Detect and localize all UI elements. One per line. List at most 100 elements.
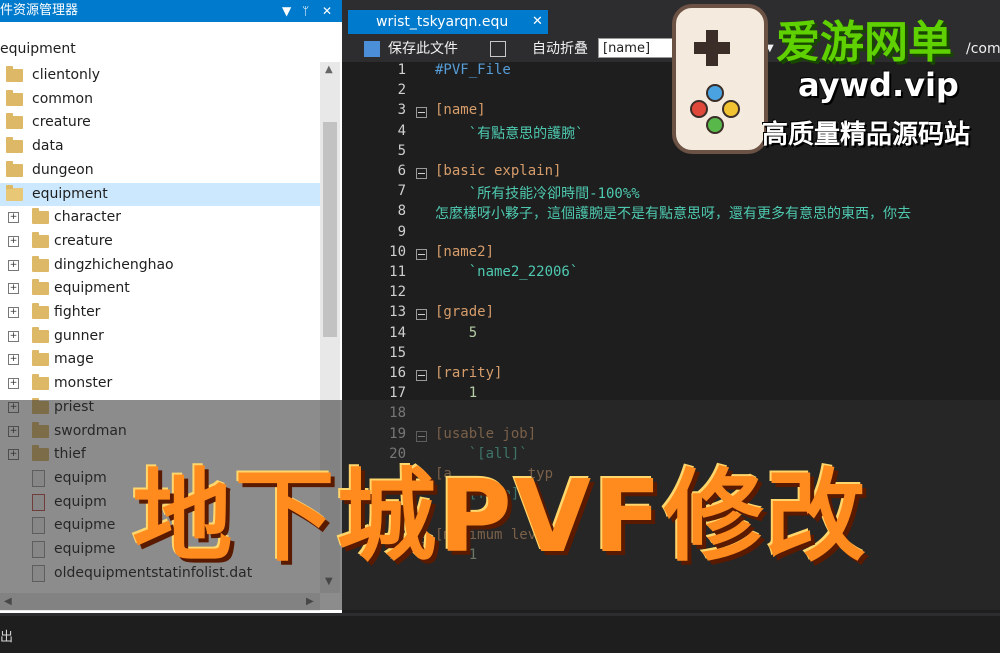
folder-icon [6,184,23,201]
folder-icon [32,208,49,225]
tab-close-icon[interactable]: ✕ [532,10,543,34]
code-line: [name2] [435,243,495,260]
tree-item-label: data [32,138,64,155]
save-file-button[interactable]: 保存此文件 [388,36,458,62]
auto-fold-button[interactable]: 自动折叠 [532,36,588,62]
tree-item[interactable]: creature [0,111,320,134]
expand-icon[interactable]: + [8,283,19,295]
code-line: [grade] [435,304,495,321]
tree-item-label: dingzhichenghao [54,256,174,273]
tree-item[interactable]: + mage [0,348,320,371]
scroll-up-icon[interactable]: ▲ [325,64,333,75]
tree-item[interactable]: data [0,135,320,158]
expand-icon[interactable]: + [8,378,19,390]
tree-item[interactable]: + gunner [0,325,320,348]
tree-item[interactable]: clientonly [0,64,320,87]
folder-icon [32,350,49,367]
tree-item-label: clientonly [32,67,101,83]
line-number: 14 [389,324,406,341]
save-icon[interactable] [364,41,380,57]
line-number: 2 [397,82,406,99]
tree-item-label: common [32,90,93,107]
line-number: 13 [389,304,406,321]
folder-icon [32,303,49,319]
code-line: [rarity] [435,365,503,381]
line-number: 5 [397,142,406,159]
logo-tagline: 高质量精品源码站 [762,120,971,150]
output-panel: 出 [0,613,1000,653]
folder-icon [32,255,49,272]
promo-banner-text: 地下城PVF修改 [132,458,868,575]
code-line: `有點意思的護腕` [435,125,584,142]
line-number: 9 [397,223,406,240]
folder-icon [32,326,49,343]
line-number: 10 [389,243,406,260]
expand-icon[interactable]: + [8,330,19,342]
line-number: 16 [389,365,406,381]
code-line: 怎麼樣呀小夥子，這個護腕是不是有點意思呀，還有更多有意思的東西，你去 [435,206,911,223]
tree-item-label: monster [54,375,113,392]
folder-icon [32,374,49,391]
folder-icon [6,137,23,154]
expand-icon[interactable]: + [8,235,19,247]
expand-icon[interactable]: + [8,212,19,224]
explorer-path: equipment [0,41,76,57]
tree-item[interactable]: + character [0,206,320,229]
folder-icon [6,160,23,177]
line-number: 15 [389,344,406,361]
dropdown-icon[interactable]: ▼ [282,0,291,22]
code-line: #PVF_File [435,62,511,78]
explorer-title-bar: 件资源管理器 ▼ ᛘ ✕ [0,0,342,22]
line-number: 12 [389,284,406,301]
code-line: 1 [435,385,478,402]
line-number: 7 [397,183,406,200]
collapse-icon[interactable] [416,309,427,321]
scrollbar-thumb[interactable] [323,122,337,337]
line-number: 11 [389,264,406,280]
line-number: 1 [397,62,406,78]
explorer-title: 件资源管理器 [0,3,79,18]
code-line: `name2_22006` [435,264,579,280]
line-number: 6 [397,163,406,179]
tree-item[interactable]: + dingzhichenghao [0,254,320,277]
tree-item[interactable]: + monster [0,372,320,395]
line-number: 4 [397,122,406,139]
line-number: 8 [397,203,406,220]
tree-item-label: mage [54,351,94,368]
tree-item[interactable]: dungeon [0,159,320,182]
tree-item-label: character [54,209,122,226]
tree-item-label: gunner [54,327,104,344]
fold-icon[interactable] [490,41,506,57]
expand-icon[interactable]: + [8,354,19,366]
folder-icon [32,231,49,248]
expand-icon[interactable]: + [8,307,19,318]
tree-item-label: equipment [32,185,108,202]
expand-icon[interactable]: + [8,259,19,271]
tree-item[interactable]: common [0,88,320,111]
tab-label: wrist_tskyarqn.equ [376,14,509,30]
tree-item-label: creature [54,232,113,249]
collapse-icon[interactable] [416,168,427,179]
folder-icon [6,89,23,106]
tree-item[interactable]: equipment [0,182,320,206]
site-logo: 爱游网单 aywd.vip 高质量精品源码站 [672,4,1000,158]
collapse-icon[interactable] [416,370,427,381]
collapse-icon[interactable] [416,248,427,260]
tree-item[interactable]: + equipment [0,277,320,300]
tree-item[interactable]: + fighter [0,301,320,324]
line-number: 17 [389,385,406,402]
code-line: [name] [435,102,486,119]
pin-icon[interactable]: ᛘ [302,0,309,22]
close-icon[interactable]: ✕ [322,0,332,22]
folder-icon [6,113,23,130]
output-label: 出 [0,630,14,645]
folder-icon [32,279,49,296]
logo-title: 爱游网单 [776,17,952,68]
collapse-icon[interactable] [416,107,427,119]
tree-item-label: dungeon [32,161,94,178]
gamepad-icon [672,4,768,154]
tree-item[interactable]: + creature [0,230,320,253]
logo-url: aywd.vip [798,66,959,104]
folder-icon [6,66,23,82]
tab-wrist-file[interactable]: wrist_tskyarqn.equ ✕ [348,10,548,34]
